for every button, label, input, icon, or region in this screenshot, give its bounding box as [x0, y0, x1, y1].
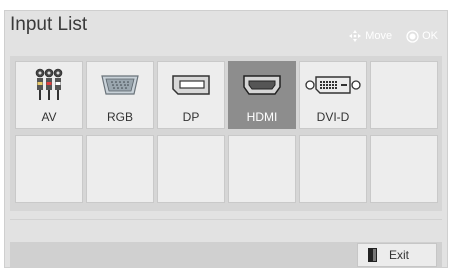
input-label-rgb: RGB: [106, 110, 133, 124]
hdmi-icon: [243, 75, 281, 95]
move-arrows-icon: [349, 30, 362, 42]
move-hint-label: Move: [365, 30, 393, 42]
input-label-hdmi: HDMI: [246, 110, 278, 124]
input-tile-empty: [157, 135, 225, 203]
divider: [10, 219, 442, 220]
input-grid: AV RGB DP HDMI DVI-D: [15, 61, 438, 203]
input-tile-dvi-d[interactable]: DVI-D: [299, 61, 367, 129]
exit-button[interactable]: Exit: [357, 243, 437, 267]
input-label-av: AV: [41, 110, 57, 124]
input-tile-empty: [228, 135, 296, 203]
input-label-dp: DP: [182, 110, 200, 124]
input-tile-empty: [299, 135, 367, 203]
input-tile-dp[interactable]: DP: [157, 61, 225, 129]
input-tile-empty: [370, 61, 438, 129]
av-rca-icon: [35, 68, 63, 100]
navigation-hints: Move OK: [348, 29, 438, 43]
input-list-window: Input List Move OK AV RGB DP HDMI DVI-D …: [0, 0, 452, 270]
window-title: Input List: [10, 14, 88, 35]
input-tile-empty: [86, 135, 154, 203]
input-tile-hdmi[interactable]: HDMI: [228, 61, 296, 129]
move-hint: Move: [348, 29, 392, 43]
displayport-icon: [172, 75, 210, 95]
ok-hint-label: OK: [422, 30, 438, 42]
input-tile-av[interactable]: AV: [15, 61, 83, 129]
ok-hint: OK: [406, 29, 438, 43]
exit-door-icon: [368, 248, 377, 262]
exit-label: Exit: [389, 248, 410, 262]
ok-circle-icon: [406, 29, 419, 43]
rgb-vga-icon: [101, 75, 139, 95]
input-tile-empty: [15, 135, 83, 203]
input-tile-empty: [370, 135, 438, 203]
input-label-dvi-d: DVI-D: [316, 110, 350, 124]
input-tile-rgb[interactable]: RGB: [86, 61, 154, 129]
dvi-d-icon: [305, 76, 361, 94]
